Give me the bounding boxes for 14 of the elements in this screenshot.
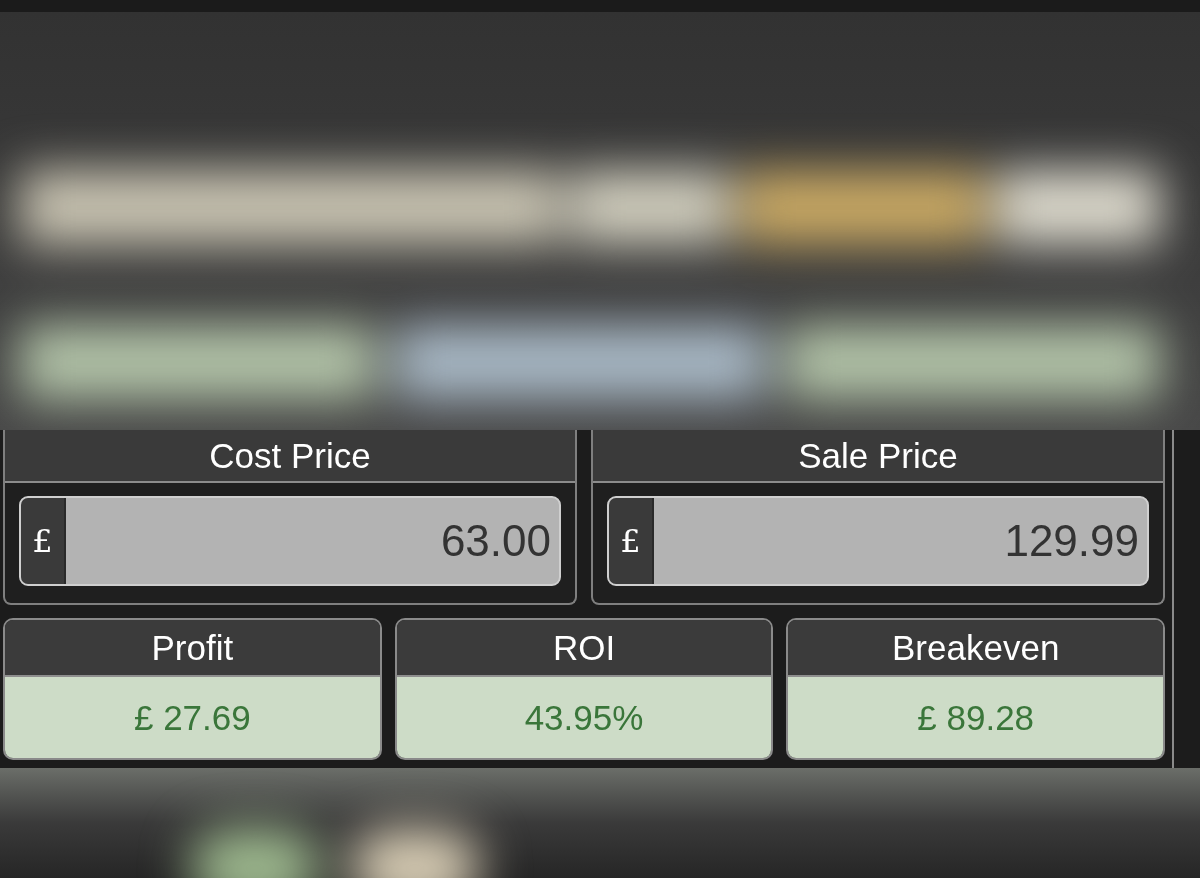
result-value: £ 89.28 [788, 677, 1163, 758]
currency-symbol: £ [609, 498, 654, 584]
input-value: 129.99 [1003, 515, 1140, 567]
result-label: Breakeven [788, 620, 1163, 677]
result-label: ROI [396, 620, 772, 677]
result-value: £ 27.69 [5, 677, 380, 758]
result-label: Profit [5, 620, 380, 677]
price-input-field[interactable]: £ 63.00 [19, 496, 561, 586]
price-input-field[interactable]: £ 129.99 [607, 496, 1149, 586]
panel-title: Cost Price [5, 430, 575, 483]
currency-symbol: £ [21, 498, 66, 584]
panel-title: Sale Price [593, 430, 1163, 483]
result-value: 43.95% [396, 677, 772, 758]
input-value: 63.00 [439, 515, 552, 567]
